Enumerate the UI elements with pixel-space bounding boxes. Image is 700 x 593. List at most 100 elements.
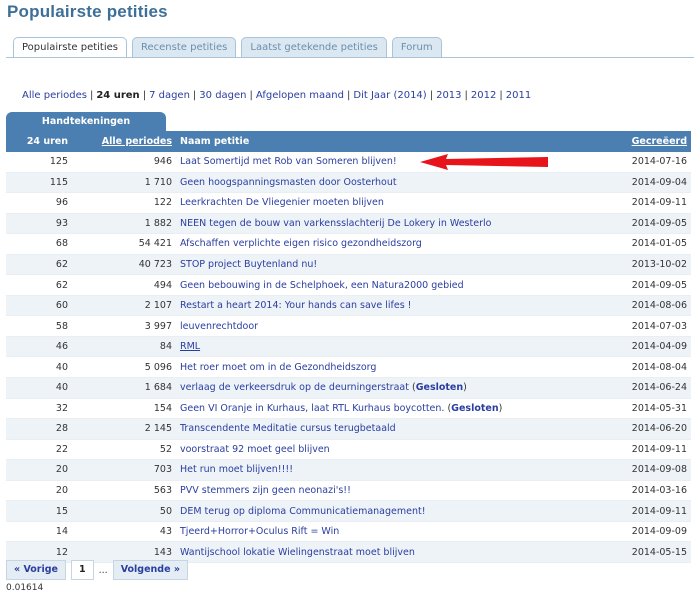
petition-link[interactable]: Afschaffen verplichte eigen risico gezon…	[180, 238, 422, 249]
petition-name-cell: Het run moet blijven!!!!	[176, 459, 593, 481]
petition-link[interactable]: Wantijschool lokatie Wielingenstraat moe…	[180, 547, 415, 558]
table-row: 22 52 voorstraat 92 moet geel blijven 2014-…	[6, 439, 691, 461]
table-row: 58 3 997 leuvenrechtdoor 2014-07-03	[6, 315, 691, 337]
signatures-24h: 14	[6, 521, 72, 543]
created-date: 2013-10-02	[593, 254, 691, 276]
table-row: 20 703 Het run moet blijven!!!! 2014-09-08	[6, 459, 691, 481]
petition-link[interactable]: STOP project Buytenland nu!	[180, 259, 317, 270]
period-all-link[interactable]: Alle periodes	[22, 90, 87, 101]
red-arrow-annotation	[420, 154, 548, 170]
tab-forum[interactable]: Forum	[391, 37, 442, 57]
sort-created-link[interactable]: Gecreëerd	[632, 136, 687, 147]
tab-recent[interactable]: Recenste petities	[132, 37, 237, 57]
petition-link[interactable]: Geen bebouwing in de Schelphoek, een Nat…	[180, 280, 464, 291]
petition-link[interactable]: voorstraat 92 moet geel blijven	[180, 444, 330, 455]
table-row: 40 1 684 verlaag de verkeersdruk op de deu…	[6, 377, 691, 399]
table-row: 20 563 PVV stemmers zijn geen neonazi's!! 2…	[6, 480, 691, 502]
next-page-button[interactable]: Volgende »	[112, 560, 188, 580]
col-24h-header: 24 uren	[6, 131, 72, 152]
petition-name-cell: STOP project Buytenland nu!	[176, 254, 593, 276]
petition-link[interactable]: Laat Somertijd met Rob van Someren blijv…	[180, 156, 397, 167]
signatures-total: 52	[72, 439, 176, 461]
petition-link[interactable]: NEEN tegen de bouw van varkensslachterij…	[180, 218, 491, 229]
created-date: 2014-09-09	[593, 521, 691, 543]
created-date: 2014-05-15	[593, 541, 691, 563]
created-date: 2014-09-05	[593, 274, 691, 296]
table-row: 62 494 Geen bebouwing in de Schelphoek, ee…	[6, 274, 691, 296]
tab-popular[interactable]: Populairste petities	[13, 37, 127, 58]
petitions-table: 24 uren Alle periodes Naam petitie Gecre…	[6, 131, 691, 563]
table-row: 32 154 Geen VI Oranje in Kurhaus, laat RTL…	[6, 398, 691, 420]
sort-all-periods-link[interactable]: Alle periodes	[102, 136, 172, 147]
petition-link[interactable]: Het roer moet om in de Gezondheidszorg	[180, 362, 376, 373]
period-filter: Alle periodes | 24 uren | 7 dagen | 30 dagen | A…	[22, 90, 532, 101]
table-row: 115 1 710 Geen hoogspanningsmasten door Oo…	[6, 172, 691, 194]
closed-badge: Gesloten	[451, 402, 499, 414]
signatures-24h: 20	[6, 480, 72, 502]
petition-link[interactable]: Geen hoogspanningsmasten door Oosterhout	[180, 177, 397, 188]
tab-last-signed[interactable]: Laatst getekende petities	[241, 37, 387, 57]
signatures-24h: 125	[6, 152, 72, 173]
petition-name-cell: Transcendente Meditatie cursus terugbeta…	[176, 418, 593, 440]
petition-link[interactable]: Het run moet blijven!!!!	[180, 464, 293, 475]
created-date: 2014-06-24	[593, 377, 691, 399]
petition-link[interactable]: RML	[180, 341, 200, 352]
signatures-24h: 60	[6, 295, 72, 317]
petition-link[interactable]: leuvenrechtdoor	[180, 321, 258, 332]
petition-name-cell: RML	[176, 336, 593, 358]
created-date: 2014-01-05	[593, 233, 691, 255]
period-2013-link[interactable]: 2013	[436, 90, 461, 101]
table-row: 60 2 107 Restart a heart 2014: Your hands …	[6, 295, 691, 317]
signatures-total: 40 723	[72, 254, 176, 276]
signatures-total: 2 107	[72, 295, 176, 317]
signatures-total: 703	[72, 459, 176, 481]
signatures-total: 54 421	[72, 233, 176, 255]
petition-link[interactable]: Transcendente Meditatie cursus terugbeta…	[180, 423, 396, 434]
prev-page-button[interactable]: « Vorige	[6, 560, 66, 580]
petition-name-cell: verlaag de verkeersdruk op de deurninger…	[176, 377, 593, 399]
signatures-24h: 28	[6, 418, 72, 440]
period-7d-link[interactable]: 7 dagen	[149, 90, 190, 101]
period-year-link[interactable]: Dit Jaar (2014)	[353, 90, 426, 101]
period-24h-current: 24 uren	[96, 90, 140, 101]
signatures-total: 5 096	[72, 356, 176, 379]
tab-bar: Populairste petities Recenste petities L…	[13, 37, 442, 58]
petition-link[interactable]: Leerkrachten De Vliegenier moeten blijve…	[180, 197, 384, 208]
period-2011-link[interactable]: 2011	[506, 90, 531, 101]
signatures-24h: 46	[6, 336, 72, 358]
petition-name-cell: Geen hoogspanningsmasten door Oosterhout	[176, 172, 593, 194]
period-2012-link[interactable]: 2012	[471, 90, 496, 101]
petition-name-cell: Leerkrachten De Vliegenier moeten blijve…	[176, 192, 593, 214]
petition-link[interactable]: Geen VI Oranje in Kurhaus, laat RTL Kurh…	[180, 403, 444, 414]
petition-name-cell: leuvenrechtdoor	[176, 315, 593, 337]
signatures-total: 946	[72, 152, 176, 173]
signatures-total: 43	[72, 521, 176, 543]
petition-link[interactable]: PVV stemmers zijn geen neonazi's!!	[180, 485, 351, 496]
petition-name-cell: Geen bebouwing in de Schelphoek, een Nat…	[176, 274, 593, 296]
pagination: « Vorige 1 ... Volgende »	[6, 560, 188, 580]
petition-name-cell: Afschaffen verplichte eigen risico gezon…	[176, 233, 593, 255]
signatures-24h: 22	[6, 439, 72, 461]
col-all-header[interactable]: Alle periodes	[72, 131, 176, 152]
signatures-total: 154	[72, 398, 176, 420]
petition-link[interactable]: Tjeerd+Horror+Oculus Rift = Win	[180, 526, 339, 537]
period-30d-link[interactable]: 30 dagen	[199, 90, 246, 101]
petition-link[interactable]: Restart a heart 2014: Your hands can sav…	[180, 300, 412, 311]
petition-name-cell: PVV stemmers zijn geen neonazi's!!	[176, 480, 593, 502]
petition-link[interactable]: DEM terug op diploma Communicatiemanagem…	[180, 506, 426, 517]
signatures-total: 2 145	[72, 418, 176, 440]
created-date: 2014-08-06	[593, 295, 691, 317]
col-created-header[interactable]: Gecreëerd	[593, 131, 691, 152]
signatures-24h: 68	[6, 233, 72, 255]
petition-name-cell: DEM terug op diploma Communicatiemanagem…	[176, 500, 593, 522]
tab-divider	[6, 57, 694, 58]
period-month-link[interactable]: Afgelopen maand	[256, 90, 344, 101]
petition-name-cell: Tjeerd+Horror+Oculus Rift = Win	[176, 521, 593, 543]
table-row: 14 43 Tjeerd+Horror+Oculus Rift = Win 2014-…	[6, 521, 691, 543]
created-date: 2014-05-31	[593, 398, 691, 420]
petition-link[interactable]: verlaag de verkeersdruk op de deurninger…	[180, 382, 409, 393]
table-row: 62 40 723 STOP project Buytenland nu! 2013-…	[6, 254, 691, 276]
signatures-24h: 93	[6, 213, 72, 235]
signatures-24h: 62	[6, 254, 72, 276]
signatures-24h: 20	[6, 459, 72, 481]
